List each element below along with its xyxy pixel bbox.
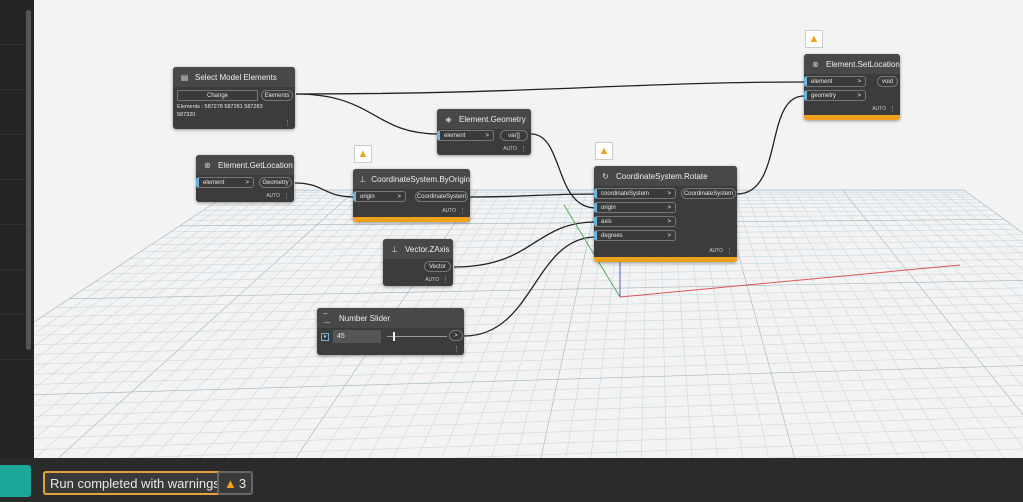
node-title: CoordinateSystem.ByOrigin [371, 174, 470, 184]
port-arrow: > [667, 204, 671, 211]
lacing-label: AUTO [425, 277, 439, 283]
port-arrow: > [667, 232, 671, 239]
lacing-label: AUTO [872, 106, 886, 112]
input-geometry[interactable]: geometry > [804, 90, 866, 101]
input-coordinatesystem[interactable]: coordinateSystem > [594, 188, 676, 199]
graph-canvas[interactable]: ▤ Select Model Elements Change Elements E… [34, 0, 1023, 458]
setlocation-icon: ⊛ [812, 59, 819, 69]
wire-elements-setlocation [295, 81, 805, 95]
selection-info: Elements : 587278 587281 587283 587320 [177, 104, 263, 118]
wire-geometry-rotate [530, 133, 597, 209]
warning-count: 3 [238, 475, 247, 491]
port-arrow: > [667, 218, 671, 225]
wire-getlocation-byorigin [294, 182, 355, 198]
port-label: origin [601, 204, 616, 211]
vector-icon: ⊥ [391, 244, 398, 254]
input-element[interactable]: element > [437, 130, 494, 141]
input-axis[interactable]: axis > [594, 216, 676, 227]
input-origin[interactable]: origin > [594, 202, 676, 213]
x-axis [619, 264, 961, 298]
node-coordinatesystem-rotate[interactable]: ↻ CoordinateSystem.Rotate coordinateSyste… [594, 166, 737, 262]
warning-icon[interactable]: ▲ [805, 30, 823, 48]
menu-icon[interactable]: ⋮ [283, 192, 290, 200]
output-vector[interactable]: Vector [424, 261, 451, 272]
port-label: element [811, 78, 833, 85]
port-label: degrees [601, 232, 623, 239]
lacing-label: AUTO [442, 208, 456, 214]
expand-toggle[interactable]: ▾ [321, 333, 329, 341]
port-label: origin [360, 193, 375, 200]
node-title: Element.SetLocation [826, 59, 900, 69]
input-degrees[interactable]: degrees > [594, 230, 676, 241]
node-title: Element.GetLocation [218, 160, 293, 170]
run-status-message[interactable]: Run completed with warnings. [43, 471, 231, 495]
lacing-label: AUTO [709, 248, 723, 254]
change-button[interactable]: Change [177, 90, 258, 101]
warning-icon: ▲ [224, 475, 237, 491]
output-var[interactable]: var[] [500, 130, 528, 141]
slider-track[interactable] [387, 336, 447, 337]
wire-rotate-setlocation [736, 95, 805, 195]
slider-icon: –·– [323, 309, 331, 327]
node-title: Select Model Elements [195, 72, 277, 82]
left-panel [0, 0, 34, 458]
port-label: coordinateSystem [601, 190, 650, 197]
node-title: Element.Geometry [459, 114, 526, 124]
output-coordinatesystem[interactable]: CoordinateSystem [681, 188, 736, 199]
menu-icon[interactable]: ⋮ [520, 145, 527, 153]
port-arrow: > [857, 78, 861, 85]
output-coordinatesystem[interactable]: CoordinateSystem [415, 191, 468, 202]
geometry-icon: ◈ [445, 114, 452, 124]
menu-icon[interactable]: ⋮ [442, 276, 449, 284]
node-title: CoordinateSystem.Rotate [616, 171, 708, 181]
slider-thumb[interactable] [393, 332, 395, 341]
menu-icon[interactable]: ⋮ [453, 345, 460, 353]
warning-icon[interactable]: ▲ [595, 142, 613, 160]
menu-icon[interactable]: ⋮ [889, 105, 896, 113]
node-coordinatesystem-byorigin[interactable]: ⊥ CoordinateSystem.ByOrigin origin > Coord… [353, 169, 470, 222]
warning-icon[interactable]: ▲ [354, 145, 372, 163]
node-title: Number Slider [339, 313, 391, 323]
output-void[interactable]: void [877, 76, 898, 87]
wire-zaxis-rotate [453, 221, 597, 268]
input-origin[interactable]: origin > [353, 191, 406, 202]
output-number[interactable]: > [449, 330, 463, 341]
node-select-model-elements[interactable]: ▤ Select Model Elements Change Elements E… [173, 67, 295, 129]
warning-count-button[interactable]: ▲ 3 [217, 471, 254, 495]
menu-icon[interactable]: ⋮ [284, 119, 291, 127]
port-arrow: > [667, 190, 671, 197]
node-element-setlocation[interactable]: ⊛ Element.SetLocation element > geometry > … [804, 54, 900, 120]
output-elements[interactable]: Elements [261, 90, 293, 101]
lacing-label: AUTO [266, 193, 280, 199]
select-icon: ▤ [180, 72, 189, 82]
rotate-icon: ↻ [602, 171, 609, 181]
wire-elements-geometry [295, 93, 439, 135]
port-label: element [444, 132, 466, 139]
location-icon: ⊛ [204, 160, 211, 170]
port-label: element [203, 179, 225, 186]
run-button[interactable] [0, 465, 31, 497]
port-arrow: > [485, 132, 489, 139]
node-element-getlocation[interactable]: ⊛ Element.GetLocation element > Geometry A… [196, 155, 294, 202]
menu-icon[interactable]: ⋮ [726, 247, 733, 255]
port-arrow: > [245, 179, 249, 186]
output-geometry[interactable]: Geometry [259, 177, 292, 188]
lacing-label: AUTO [503, 146, 517, 152]
port-label: geometry [811, 92, 837, 99]
node-number-slider[interactable]: –·– Number Slider ▾ 45 > ⋮ [317, 308, 464, 355]
node-element-geometry[interactable]: ◈ Element.Geometry element > var[] AUTO ⋮ [437, 109, 531, 155]
port-label: axis [601, 218, 612, 225]
node-title: Vector.ZAxis [405, 244, 450, 254]
wire-byorigin-rotate [469, 193, 597, 198]
input-element[interactable]: element > [196, 177, 254, 188]
input-element[interactable]: element > [804, 76, 866, 87]
node-vector-zaxis[interactable]: ⊥ Vector.ZAxis Vector AUTO ⋮ [383, 239, 453, 286]
port-arrow: > [857, 92, 861, 99]
wire-slider-rotate [463, 236, 597, 337]
port-arrow: > [397, 193, 401, 200]
slider-value-input[interactable]: 45 [333, 330, 381, 343]
scrollbar[interactable] [26, 10, 31, 350]
menu-icon[interactable]: ⋮ [459, 207, 466, 215]
axes-icon: ⊥ [359, 174, 367, 184]
